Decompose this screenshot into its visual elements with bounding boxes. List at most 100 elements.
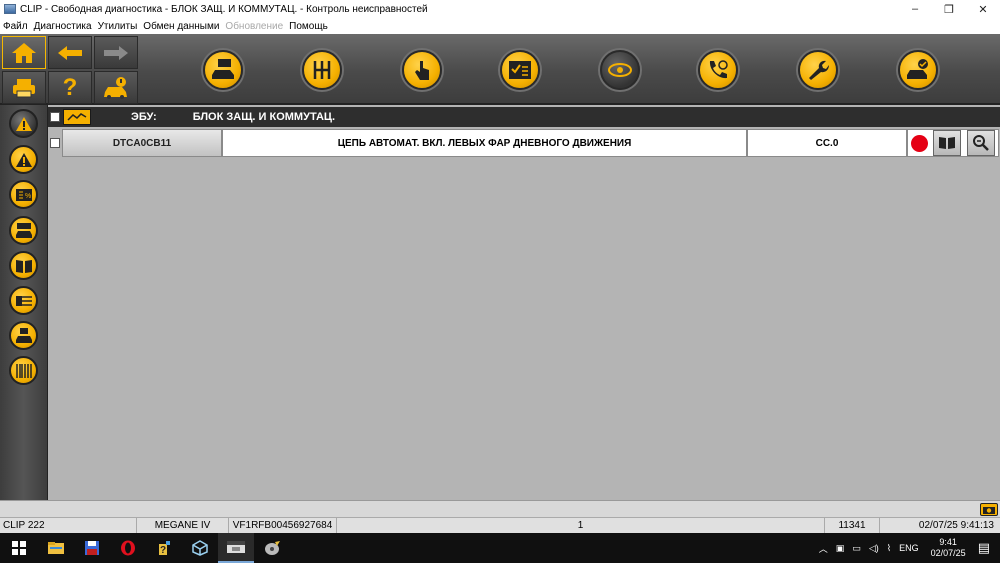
bottom-strip: [0, 500, 1000, 517]
sidebar-parameters[interactable]: %: [9, 180, 38, 209]
magnifier-icon: [973, 135, 990, 151]
vehicle-check-button[interactable]: [898, 50, 938, 90]
touch-icon: [415, 61, 429, 80]
status-datetime: 02/07/25 9:41:13: [918, 520, 994, 531]
taskbar-save-app[interactable]: [74, 533, 110, 563]
taskbar-file-explorer[interactable]: [38, 533, 74, 563]
fault-status-indicator: [910, 134, 928, 152]
manual-book-icon: [15, 259, 32, 273]
ecu-label: ЭБУ:: [131, 111, 157, 123]
printer-icon: [13, 78, 35, 97]
maximize-button[interactable]: ❐: [932, 0, 966, 18]
svg-text:%: %: [25, 193, 31, 200]
home-button[interactable]: [2, 36, 46, 69]
menu-help[interactable]: Помощь: [289, 21, 328, 32]
help-button[interactable]: ?: [48, 71, 92, 104]
fault-list-panel: ЭБУ: БЛОК ЗАЩ. И КОММУТАЦ. DTCA0CB11 ЦЕП…: [48, 105, 1000, 500]
left-sidebar: %: [0, 105, 48, 500]
opera-icon: [121, 540, 135, 556]
notifications-icon[interactable]: ▤: [978, 540, 990, 556]
sidebar-wiring[interactable]: [9, 286, 38, 315]
checklist-button[interactable]: [500, 50, 540, 90]
minimize-button[interactable]: –: [898, 0, 932, 18]
status-vehicle: MEGANE IV: [137, 517, 229, 534]
back-button[interactable]: [48, 36, 92, 69]
phone-support-icon: [709, 60, 728, 79]
table-row[interactable]: DTCA0CB11 ЦЕПЬ АВТОМАТ. ВКЛ. ЛЕВЫХ ФАР Д…: [48, 129, 1000, 157]
gearbox-icon: [313, 61, 331, 79]
checklist-icon: [509, 61, 531, 79]
vehicle-save-icon: [15, 327, 32, 343]
menu-utilities[interactable]: Утилиты: [98, 21, 138, 32]
taskbar-disc-tool[interactable]: [254, 533, 290, 563]
vehicle-info-icon: [104, 76, 127, 99]
save-disk-icon: [85, 541, 99, 555]
language-indicator[interactable]: ENG: [899, 543, 919, 553]
wrench-button[interactable]: [798, 50, 838, 90]
vehicle-identification-button[interactable]: [203, 50, 243, 90]
forward-button[interactable]: [94, 36, 138, 69]
dtc-checkbox-cell: [48, 129, 62, 157]
documentation-button[interactable]: [933, 130, 962, 156]
diagnostic-eye-button[interactable]: [600, 50, 640, 90]
select-all-checkbox[interactable]: [50, 112, 60, 122]
title-bar: CLIP - Свободная диагностика - БЛОК ЗАЩ.…: [0, 0, 1000, 18]
phone-support-button[interactable]: [698, 50, 738, 90]
zoom-details-button[interactable]: [967, 130, 996, 156]
sidebar-vehicle-list[interactable]: [9, 216, 38, 245]
camera-icon: [983, 506, 995, 514]
ecu-toggle-button[interactable]: [63, 109, 91, 125]
sidebar-fault-active[interactable]: [9, 109, 38, 138]
clock[interactable]: 9:41 02/07/25: [931, 537, 966, 559]
system-tray: ︿ ▣ ▭ ◁) ⌇ ENG 9:41 02/07/25 ▤: [815, 533, 1000, 563]
ecu-signal-icon: [67, 113, 87, 121]
window-title: CLIP - Свободная диагностика - БЛОК ЗАЩ.…: [20, 3, 428, 15]
help-icon: ?: [62, 73, 78, 101]
tray-app-icon[interactable]: ▣: [836, 543, 845, 554]
wifi-icon[interactable]: ⌇: [887, 543, 891, 554]
file-explorer-icon: [48, 542, 64, 554]
vehicle-check-icon: [907, 59, 928, 79]
vehicle-info-button[interactable]: [94, 71, 138, 104]
main-toolbar: ?: [0, 34, 1000, 105]
dtc-description: ЦЕПЬ АВТОМАТ. ВКЛ. ЛЕВЫХ ФАР ДНЕВНОГО ДВ…: [222, 129, 747, 157]
sidebar-fault[interactable]: [9, 145, 38, 174]
touch-button[interactable]: [402, 50, 442, 90]
window-controls: – ❐ ✕: [898, 0, 1000, 18]
menu-data-exchange[interactable]: Обмен данными: [143, 21, 219, 32]
book-icon: [939, 137, 956, 149]
clip-app-icon: [227, 541, 245, 553]
menu-file[interactable]: Файл: [3, 21, 28, 32]
app-icon: [4, 4, 16, 14]
chevron-up-icon[interactable]: ︿: [819, 542, 828, 555]
menu-diagnostics[interactable]: Диагностика: [34, 21, 92, 32]
start-button[interactable]: [0, 533, 38, 563]
screenshot-button[interactable]: [980, 503, 998, 516]
disc-tool-icon: [265, 541, 280, 555]
vehicle-list-icon: [15, 222, 32, 238]
sidebar-manual[interactable]: [9, 251, 38, 280]
taskbar-cube-app[interactable]: [182, 533, 218, 563]
taskbar-opera[interactable]: [110, 533, 146, 563]
volume-icon[interactable]: ◁): [869, 543, 879, 554]
menu-update: Обновление: [225, 20, 284, 32]
taskbar-help-tool[interactable]: ?: [146, 533, 182, 563]
print-button[interactable]: [2, 71, 46, 104]
warning-icon: [15, 152, 32, 167]
sidebar-vehicle-save[interactable]: [9, 321, 38, 350]
status-center: 1: [337, 517, 825, 534]
dtc-checkbox[interactable]: [50, 138, 60, 148]
sidebar-barcode[interactable]: [9, 356, 38, 385]
help-tool-icon: ?: [159, 541, 170, 556]
close-button[interactable]: ✕: [966, 0, 1000, 18]
clock-time: 9:41: [939, 537, 957, 547]
svg-text:?: ?: [160, 545, 166, 556]
vehicle-identification-icon: [212, 59, 234, 79]
dtc-status: CC.0: [747, 129, 907, 157]
taskbar-clip-app[interactable]: [218, 533, 254, 563]
gearbox-button[interactable]: [302, 50, 342, 90]
dtc-code[interactable]: DTCA0CB11: [62, 129, 222, 157]
battery-icon[interactable]: ▭: [852, 543, 861, 554]
clock-date: 02/07/25: [930, 548, 966, 558]
status-number: 11341: [825, 517, 880, 534]
